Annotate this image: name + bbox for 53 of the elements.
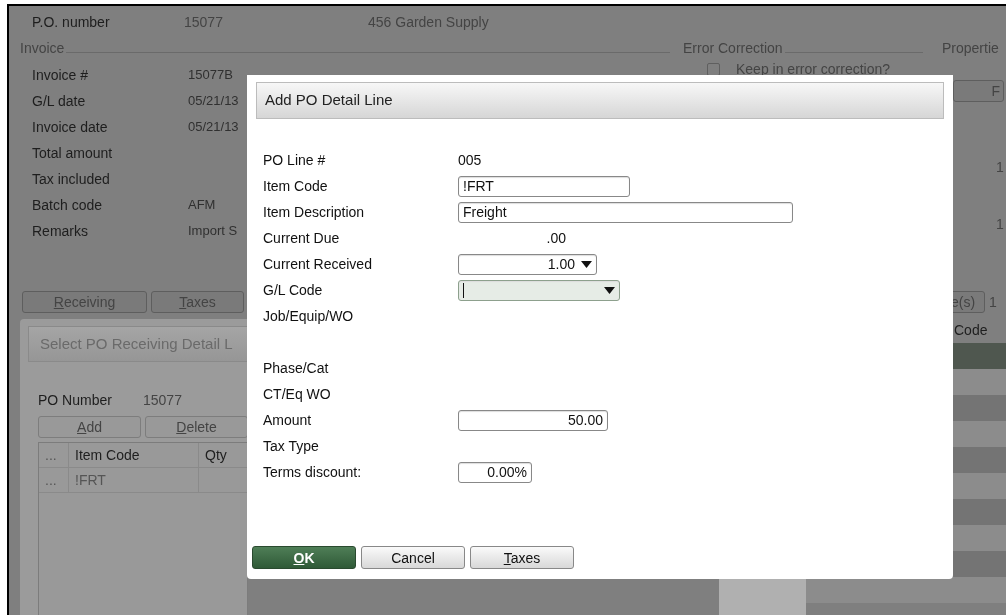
- checkbox-label: Keep in error correction?: [736, 60, 891, 79]
- field-label: PO Number: [38, 391, 113, 410]
- input-field[interactable]: !FRT: [458, 175, 630, 197]
- field-value: 15077: [143, 391, 182, 410]
- field-label: Item Code: [263, 176, 329, 196]
- field-value: 05/21/13: [188, 92, 239, 111]
- field-label: G/L date: [32, 91, 87, 111]
- input-field[interactable]: Freight: [458, 201, 793, 223]
- field-label: Job/Equip/WO: [263, 306, 355, 326]
- button[interactable]: Cancel: [361, 546, 465, 569]
- field-value: AFM: [188, 196, 216, 215]
- column-header: Item Code: [69, 443, 199, 467]
- input-field[interactable]: 0.00%: [458, 461, 532, 483]
- section-legend: Propertie: [942, 37, 999, 59]
- field-value: 15077: [184, 12, 224, 32]
- vendor-name: 456 Garden Supply: [368, 12, 489, 32]
- button[interactable]: OK: [252, 546, 356, 569]
- field-label: Invoice #: [32, 65, 90, 85]
- field-label: Batch code: [32, 195, 104, 215]
- button[interactable]: Taxes: [470, 546, 574, 569]
- field-label: CT/Eq WO: [263, 384, 332, 404]
- field-label: Current Due: [263, 228, 341, 248]
- dropdown-field[interactable]: 1.00: [458, 253, 597, 275]
- field-label: PO Line #: [263, 150, 327, 170]
- field-value: 1: [996, 158, 1004, 177]
- field-value: 05/21/13: [188, 118, 239, 137]
- count-label: 1: [989, 292, 997, 312]
- field-label: Terms discount:: [263, 462, 363, 482]
- field-label: Item Description: [263, 202, 366, 222]
- table-cell: ...: [39, 468, 69, 492]
- field-value: 15077B: [188, 66, 233, 85]
- column-header: ...: [39, 443, 69, 467]
- field-value: .00: [545, 228, 566, 248]
- field-label: P.O. number: [32, 12, 111, 32]
- table-cell: !FRT: [69, 468, 199, 492]
- field-label: Total amount: [32, 143, 114, 163]
- field-label: Tax Type: [263, 436, 320, 456]
- field-label: Amount: [263, 410, 313, 430]
- section-legend: Error Correction: [683, 37, 783, 59]
- field-value: 1: [996, 215, 1004, 234]
- field-label: Remarks: [32, 221, 89, 241]
- field-label: Phase/Cat: [263, 358, 330, 378]
- input-field[interactable]: 50.00: [458, 409, 608, 431]
- button[interactable]: Delete: [145, 416, 248, 438]
- section-legend: Invoice: [20, 37, 65, 59]
- field-label: Current Received: [263, 254, 373, 274]
- field-label: Tax included: [32, 169, 111, 189]
- field-value: 005: [458, 150, 482, 170]
- column-header: Code: [954, 321, 988, 340]
- field-label: G/L Code: [263, 280, 324, 300]
- field-label: Invoice date: [32, 117, 109, 137]
- field-value: Import S: [188, 222, 238, 241]
- dialog-title: Add PO Detail Line: [256, 82, 944, 119]
